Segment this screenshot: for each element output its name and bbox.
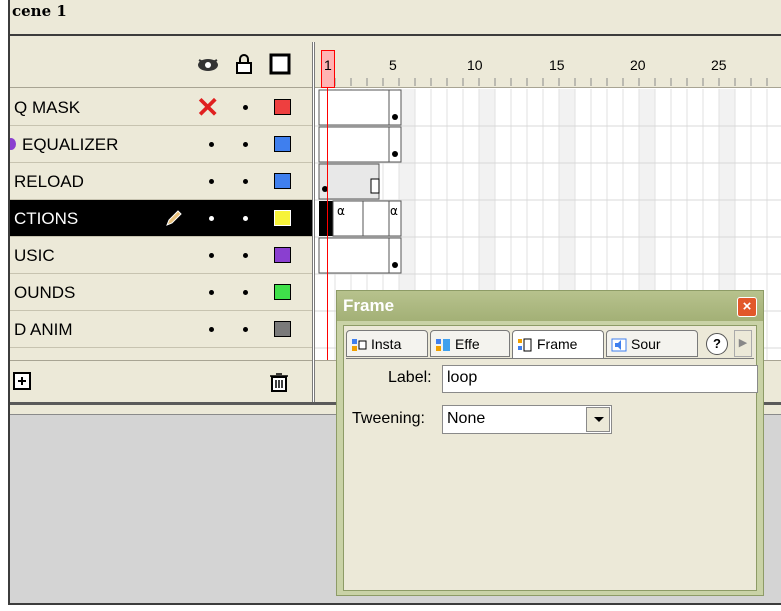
layer-color-swatch[interactable]: [274, 136, 291, 152]
layer-name: OUNDS: [14, 283, 76, 302]
layer-row[interactable]: OUNDS: [10, 274, 312, 311]
layer-folder-icon: [10, 138, 16, 150]
playhead-line: [327, 88, 328, 398]
layer-name: USIC: [14, 246, 55, 265]
add-layer-icon[interactable]: [12, 371, 34, 393]
layer-name: EQUALIZER: [22, 135, 119, 154]
layer-name: D ANIM: [14, 320, 73, 339]
flash-authoring-window: cene 1 Q MASK ✕ EQUALIZER RELOAD CTIONS …: [0, 0, 781, 611]
visibility-dot[interactable]: [209, 142, 214, 147]
layer-name: RELOAD: [14, 172, 84, 191]
layer-color-swatch[interactable]: [274, 99, 291, 115]
scene-title: cene 1: [12, 2, 67, 20]
ruler-label: 20: [630, 57, 646, 73]
help-button[interactable]: ?: [706, 333, 728, 355]
trash-icon[interactable]: [268, 371, 290, 393]
layer-color-swatch[interactable]: [274, 210, 291, 226]
frame-panel-body: Insta Effe Frame Sour ? ▶ Label: loop Tw…: [343, 325, 758, 591]
lock-dot[interactable]: [243, 105, 248, 110]
visibility-dot[interactable]: [209, 290, 214, 295]
pencil-icon: [166, 210, 182, 226]
tab-label: Frame: [537, 336, 578, 352]
dropdown-button[interactable]: [586, 407, 610, 432]
hidden-x-icon[interactable]: ✕: [196, 91, 219, 124]
layer-color-swatch[interactable]: [274, 173, 291, 189]
tweening-select[interactable]: None: [442, 405, 612, 434]
visibility-dot[interactable]: [209, 179, 214, 184]
tab-label: Insta: [371, 336, 402, 352]
layer-color-swatch[interactable]: [274, 247, 291, 263]
lock-dot[interactable]: [243, 253, 248, 258]
ruler-label: 25: [711, 57, 727, 73]
chevron-down-icon: [594, 417, 604, 422]
frame-tab-icon: [518, 338, 532, 352]
label-field-label: Label:: [388, 369, 432, 386]
lock-icon[interactable]: [232, 52, 256, 76]
tweening-label: Tweening:: [352, 410, 425, 427]
lock-dot[interactable]: [243, 290, 248, 295]
layer-row-selected[interactable]: CTIONS: [10, 200, 312, 237]
layers-panel: Q MASK ✕ EQUALIZER RELOAD CTIONS USIC OU…: [10, 42, 312, 402]
layer-row[interactable]: EQUALIZER: [10, 126, 312, 163]
effect-tab-icon: [436, 339, 450, 351]
frame-panel[interactable]: Frame × Insta Effe Frame Sour ? ▶ Label:…: [336, 290, 764, 596]
layer-row[interactable]: Q MASK ✕: [10, 89, 312, 126]
layer-color-swatch[interactable]: [274, 321, 291, 337]
frame-tab-content: Label: loop Tweening: None: [346, 358, 758, 586]
ruler-label: 1: [324, 57, 332, 73]
tab-frame[interactable]: Frame: [512, 330, 604, 358]
frame-panel-title: Frame: [343, 296, 395, 315]
layer-color-swatch[interactable]: [274, 284, 291, 300]
visibility-dot[interactable]: [209, 327, 214, 332]
layers-header: [10, 42, 312, 88]
close-icon[interactable]: ×: [737, 297, 757, 317]
layer-name: Q MASK: [14, 98, 81, 117]
ruler-label: 5: [389, 57, 397, 73]
svg-text:α: α: [337, 204, 345, 218]
svg-text:α: α: [390, 204, 398, 218]
tab-sound[interactable]: Sour: [606, 330, 698, 357]
lock-dot[interactable]: [243, 327, 248, 332]
panel-tabs: Insta Effe Frame Sour ? ▶: [346, 330, 756, 358]
lock-dot[interactable]: [243, 179, 248, 184]
visibility-dot[interactable]: [209, 253, 214, 258]
layer-row[interactable]: D ANIM: [10, 311, 312, 348]
tab-label: Effe: [455, 336, 480, 352]
tab-scroll-right-icon[interactable]: ▶: [734, 330, 752, 357]
label-input[interactable]: loop: [442, 365, 758, 393]
tab-effect[interactable]: Effe: [430, 330, 510, 357]
lock-dot[interactable]: [243, 216, 248, 221]
outline-icon[interactable]: [268, 52, 292, 76]
sound-tab-icon: [611, 338, 627, 352]
eye-icon[interactable]: [196, 52, 220, 76]
visibility-dot[interactable]: [209, 216, 214, 221]
frame-ruler[interactable]: 1 5 10 15 20 25 3: [315, 42, 781, 88]
ruler-label: 10: [467, 57, 483, 73]
lock-dot[interactable]: [243, 142, 248, 147]
layer-name: CTIONS: [14, 209, 79, 228]
ruler-label: 15: [549, 57, 565, 73]
tweening-value: None: [447, 410, 486, 427]
instance-tab-icon: [352, 339, 367, 351]
layer-row[interactable]: USIC: [10, 237, 312, 274]
scene-bar: cene 1: [10, 0, 781, 36]
tab-instance[interactable]: Insta: [346, 330, 428, 357]
frame-panel-titlebar[interactable]: Frame ×: [337, 291, 763, 321]
layers-footer: [10, 360, 312, 402]
tab-label: Sour: [631, 336, 661, 352]
layer-row[interactable]: RELOAD: [10, 163, 312, 200]
